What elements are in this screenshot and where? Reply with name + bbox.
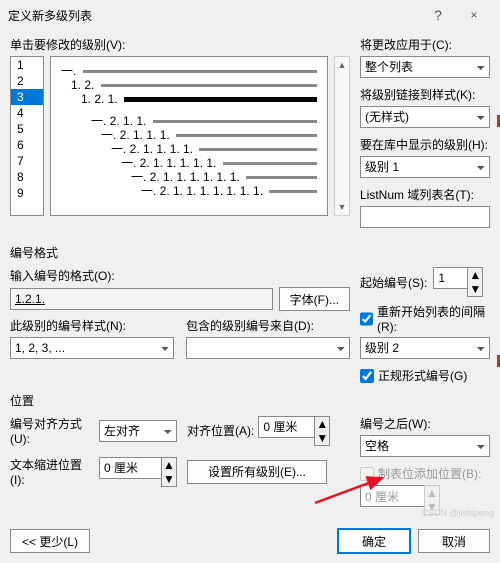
- number-after-select[interactable]: 空格: [360, 435, 490, 457]
- font-button[interactable]: 字体(F)...: [279, 287, 350, 311]
- preview-scrollbar[interactable]: ▲ ▼: [334, 56, 350, 216]
- level-item[interactable]: 9: [11, 185, 43, 201]
- scroll-up-icon[interactable]: ▲: [335, 57, 349, 73]
- include-from-select[interactable]: [186, 337, 350, 359]
- position-section-title: 位置: [10, 392, 490, 409]
- link-style-select[interactable]: (无样式): [360, 106, 490, 128]
- listnum-label: ListNum 域列表名(T):: [360, 186, 490, 203]
- level-item[interactable]: 4: [11, 105, 43, 121]
- tab-stop-checkbox: [360, 467, 374, 481]
- apply-to-select[interactable]: 整个列表: [360, 56, 490, 78]
- level-label: 单击要修改的级别(V):: [10, 36, 350, 53]
- legal-checkbox[interactable]: [360, 369, 374, 383]
- window-title: 定义新多级列表: [8, 7, 420, 24]
- restart-checkbox[interactable]: [360, 312, 373, 326]
- preview-pane: 一. 1. 2. 1. 2. 1. 一. 2. 1. 1. 一. 2. 1. 1…: [50, 56, 328, 216]
- start-at-label: 起始编号(S):: [360, 274, 427, 291]
- indent-input[interactable]: [99, 457, 161, 479]
- indent-spinner[interactable]: ▲▼: [161, 457, 177, 487]
- number-style-label: 此级别的编号样式(N):: [10, 317, 174, 334]
- align-select[interactable]: 左对齐: [99, 420, 177, 442]
- help-button[interactable]: ?: [420, 0, 456, 30]
- aligned-at-label: 对齐位置(A):: [187, 422, 254, 439]
- listnum-input[interactable]: [360, 206, 490, 228]
- watermark: CSDN @jishipeng: [421, 508, 494, 518]
- restart-level-select[interactable]: 级别 2: [360, 337, 490, 359]
- aligned-at-spinner[interactable]: ▲▼: [314, 416, 330, 446]
- format-section-title: 编号格式: [10, 244, 490, 261]
- ok-button[interactable]: 确定: [338, 529, 410, 553]
- gallery-level-label: 要在库中显示的级别(H):: [360, 136, 490, 153]
- close-button[interactable]: ×: [456, 0, 492, 30]
- tab-stop-label: 制表位添加位置(B):: [378, 465, 481, 482]
- apply-to-label: 将更改应用于(C):: [360, 36, 490, 53]
- restart-label: 重新开始列表的间隔(R):: [377, 303, 490, 334]
- level-item[interactable]: 7: [11, 153, 43, 169]
- aligned-at-input[interactable]: [258, 416, 314, 438]
- scroll-down-icon[interactable]: ▼: [335, 199, 349, 215]
- start-at-input[interactable]: [433, 267, 467, 289]
- cancel-button[interactable]: 取消: [418, 529, 490, 553]
- link-style-label: 将级别链接到样式(K):: [360, 86, 490, 103]
- level-item[interactable]: 3: [11, 89, 43, 105]
- align-label: 编号对齐方式(U):: [10, 415, 95, 446]
- more-less-button[interactable]: << 更少(L): [10, 529, 90, 553]
- number-style-select[interactable]: 1, 2, 3, ...: [10, 337, 174, 359]
- legal-label: 正规形式编号(G): [378, 367, 467, 384]
- gallery-level-select[interactable]: 级别 1: [360, 156, 490, 178]
- number-format-input[interactable]: [10, 288, 273, 310]
- start-at-spinner[interactable]: ▲▼: [467, 267, 483, 297]
- number-after-label: 编号之后(W):: [360, 415, 490, 432]
- level-item[interactable]: 6: [11, 137, 43, 153]
- level-item[interactable]: 2: [11, 73, 43, 89]
- set-all-levels-button[interactable]: 设置所有级别(E)...: [187, 460, 327, 484]
- level-listbox[interactable]: 123456789: [10, 56, 44, 216]
- tab-stop-input: [360, 485, 424, 507]
- indent-label: 文本缩进位置(I):: [10, 456, 95, 487]
- level-item[interactable]: 8: [11, 169, 43, 185]
- include-from-label: 包含的级别编号来自(D):: [186, 317, 350, 334]
- level-item[interactable]: 5: [11, 121, 43, 137]
- level-item[interactable]: 1: [11, 57, 43, 73]
- number-format-label: 输入编号的格式(O):: [10, 267, 350, 284]
